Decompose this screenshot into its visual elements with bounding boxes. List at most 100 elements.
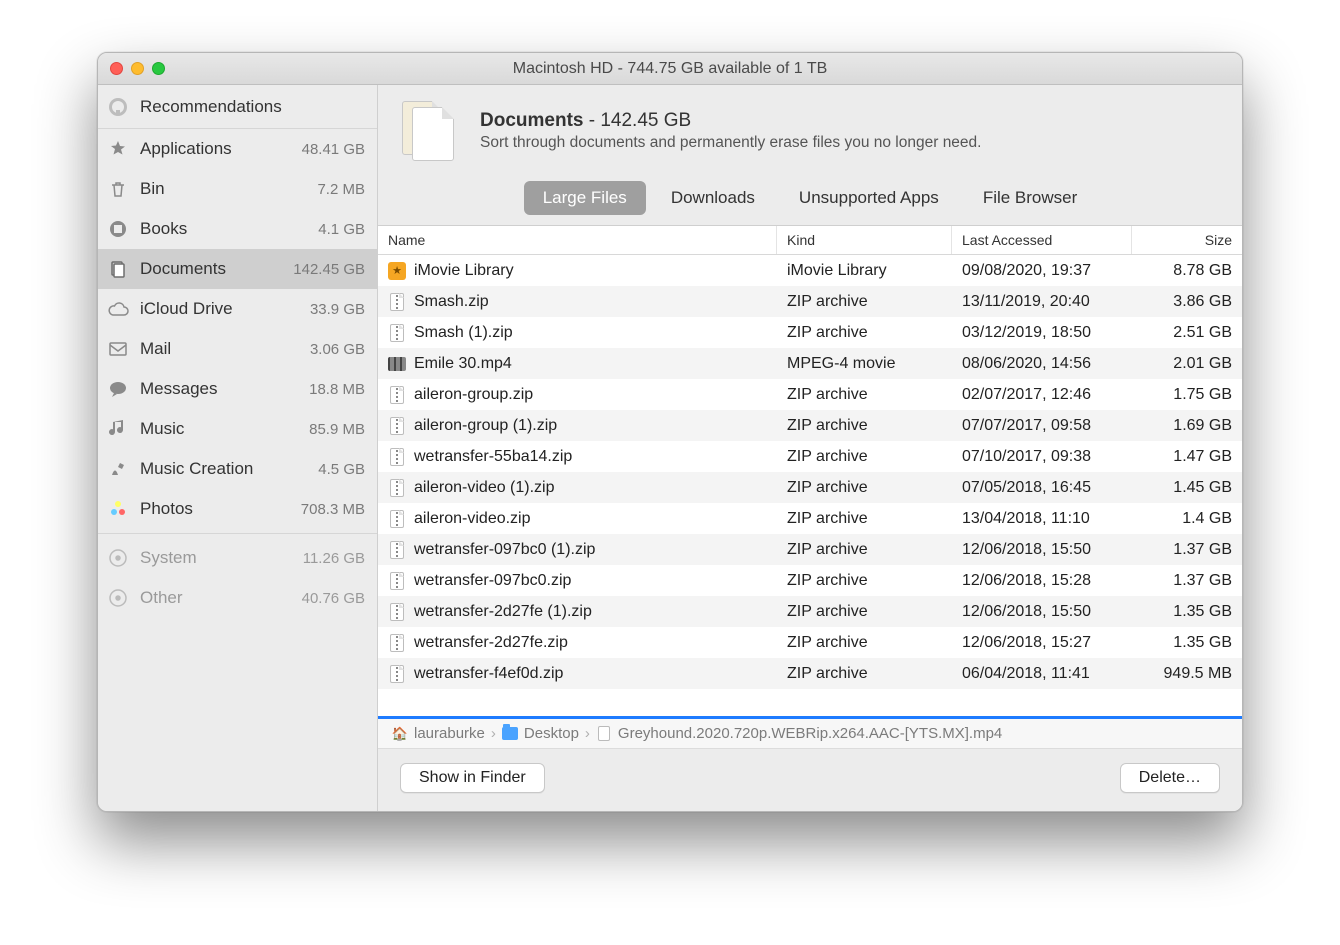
- sidebar-item-label: Applications: [140, 139, 292, 159]
- file-name: wetransfer-097bc0 (1).zip: [414, 541, 595, 559]
- books-icon: [106, 217, 130, 241]
- tab-downloads[interactable]: Downloads: [652, 181, 774, 215]
- sidebar-item-size: 40.76 GB: [302, 590, 365, 607]
- zip-file-icon: [388, 571, 406, 591]
- table-row[interactable]: wetransfer-097bc0 (1).zip ZIP archive 12…: [378, 534, 1242, 565]
- sidebar-item-other[interactable]: Other 40.76 GB: [98, 578, 377, 618]
- documents-icon: [398, 99, 462, 163]
- column-last-accessed[interactable]: Last Accessed: [952, 226, 1132, 254]
- sidebar-item-documents[interactable]: Documents 142.45 GB: [98, 249, 377, 289]
- file-kind: ZIP archive: [777, 572, 952, 590]
- file-name: Smash.zip: [414, 293, 489, 311]
- sidebar-item-size: 7.2 MB: [317, 181, 365, 198]
- file-kind: ZIP archive: [777, 665, 952, 683]
- breadcrumb-item[interactable]: Greyhound.2020.720p.WEBRip.x264.AAC-[YTS…: [596, 725, 1002, 742]
- column-size[interactable]: Size: [1132, 226, 1242, 254]
- sidebar-item-label: Music: [140, 419, 299, 439]
- file-name: wetransfer-f4ef0d.zip: [414, 665, 563, 683]
- breadcrumb-item[interactable]: 🏠lauraburke: [392, 725, 485, 742]
- folder-icon: [502, 726, 518, 742]
- sidebar-item-size: 11.26 GB: [303, 550, 365, 567]
- photos-icon: [106, 497, 130, 521]
- file-size: 1.35 GB: [1132, 634, 1242, 652]
- zip-file-icon: [388, 633, 406, 653]
- file-last-accessed: 03/12/2019, 18:50: [952, 324, 1132, 342]
- file-kind: ZIP archive: [777, 417, 952, 435]
- file-size: 1.75 GB: [1132, 386, 1242, 404]
- show-in-finder-button[interactable]: Show in Finder: [400, 763, 545, 793]
- window-title: Macintosh HD - 744.75 GB available of 1 …: [98, 60, 1242, 78]
- file-name: wetransfer-097bc0.zip: [414, 572, 571, 590]
- file-size: 2.01 GB: [1132, 355, 1242, 373]
- sidebar-item-label: Bin: [140, 179, 307, 199]
- zip-file-icon: [388, 447, 406, 467]
- sidebar-item-size: 142.45 GB: [293, 261, 365, 278]
- file-last-accessed: 12/06/2018, 15:27: [952, 634, 1132, 652]
- sidebar-item-size: 708.3 MB: [301, 501, 365, 518]
- zip-file-icon: [388, 292, 406, 312]
- lightbulb-icon: [106, 95, 130, 119]
- table-row[interactable]: wetransfer-097bc0.zip ZIP archive 12/06/…: [378, 565, 1242, 596]
- file-last-accessed: 09/08/2020, 19:37: [952, 262, 1132, 280]
- table-row[interactable]: aileron-video.zip ZIP archive 13/04/2018…: [378, 503, 1242, 534]
- sidebar-item-icloud drive[interactable]: iCloud Drive 33.9 GB: [98, 289, 377, 329]
- file-last-accessed: 02/07/2017, 12:46: [952, 386, 1132, 404]
- file-last-accessed: 08/06/2020, 14:56: [952, 355, 1132, 373]
- file-size: 949.5 MB: [1132, 665, 1242, 683]
- sidebar-item-bin[interactable]: Bin 7.2 MB: [98, 169, 377, 209]
- table-row[interactable]: aileron-group.zip ZIP archive 02/07/2017…: [378, 379, 1242, 410]
- file-name: aileron-video (1).zip: [414, 479, 555, 497]
- sidebar-item-applications[interactable]: Applications 48.41 GB: [98, 129, 377, 169]
- tab-bar: Large FilesDownloadsUnsupported AppsFile…: [378, 175, 1242, 225]
- sidebar-item-size: 85.9 MB: [309, 421, 365, 438]
- table-row[interactable]: iMovie Library iMovie Library 09/08/2020…: [378, 255, 1242, 286]
- zip-file-icon: [388, 602, 406, 622]
- sidebar-item-label: Mail: [140, 339, 300, 359]
- file-name: wetransfer-2d27fe.zip: [414, 634, 568, 652]
- sidebar-recommendations[interactable]: Recommendations: [98, 85, 377, 129]
- documents-icon: [106, 257, 130, 281]
- zip-file-icon: [388, 540, 406, 560]
- file-size: 1.37 GB: [1132, 572, 1242, 590]
- zip-file-icon: [388, 323, 406, 343]
- table-row[interactable]: wetransfer-f4ef0d.zip ZIP archive 06/04/…: [378, 658, 1242, 689]
- tab-unsupported apps[interactable]: Unsupported Apps: [780, 181, 958, 215]
- file-name: iMovie Library: [414, 262, 514, 280]
- icloud-icon: [106, 297, 130, 321]
- table-row[interactable]: wetransfer-2d27fe.zip ZIP archive 12/06/…: [378, 627, 1242, 658]
- category-title: Documents - 142.45 GB: [480, 110, 981, 132]
- breadcrumb-label: Greyhound.2020.720p.WEBRip.x264.AAC-[YTS…: [618, 725, 1002, 742]
- table-row[interactable]: Smash.zip ZIP archive 13/11/2019, 20:40 …: [378, 286, 1242, 317]
- titlebar[interactable]: Macintosh HD - 744.75 GB available of 1 …: [98, 53, 1242, 85]
- column-name[interactable]: Name: [378, 226, 777, 254]
- table-row[interactable]: aileron-group (1).zip ZIP archive 07/07/…: [378, 410, 1242, 441]
- file-last-accessed: 12/06/2018, 15:28: [952, 572, 1132, 590]
- sidebar-item-music creation[interactable]: Music Creation 4.5 GB: [98, 449, 377, 489]
- sidebar-item-music[interactable]: Music 85.9 MB: [98, 409, 377, 449]
- file-last-accessed: 12/06/2018, 15:50: [952, 541, 1132, 559]
- table-row[interactable]: wetransfer-2d27fe (1).zip ZIP archive 12…: [378, 596, 1242, 627]
- table-row[interactable]: aileron-video (1).zip ZIP archive 07/05/…: [378, 472, 1242, 503]
- table-row[interactable]: Emile 30.mp4 MPEG-4 movie 08/06/2020, 14…: [378, 348, 1242, 379]
- file-size: 1.4 GB: [1132, 510, 1242, 528]
- sidebar-item-system[interactable]: System 11.26 GB: [98, 538, 377, 578]
- sidebar-item-mail[interactable]: Mail 3.06 GB: [98, 329, 377, 369]
- movie-file-icon: [388, 354, 406, 374]
- sidebar-item-size: 18.8 MB: [309, 381, 365, 398]
- path-bar: 🏠lauraburke› Desktop› Greyhound.2020.720…: [378, 719, 1242, 749]
- file-kind: ZIP archive: [777, 634, 952, 652]
- music-icon: [106, 417, 130, 441]
- sidebar-item-messages[interactable]: Messages 18.8 MB: [98, 369, 377, 409]
- tab-file browser[interactable]: File Browser: [964, 181, 1096, 215]
- delete-button[interactable]: Delete…: [1120, 763, 1220, 793]
- tab-large files[interactable]: Large Files: [524, 181, 646, 215]
- sidebar-item-books[interactable]: Books 4.1 GB: [98, 209, 377, 249]
- breadcrumb-item[interactable]: Desktop: [502, 725, 579, 742]
- table-row[interactable]: wetransfer-55ba14.zip ZIP archive 07/10/…: [378, 441, 1242, 472]
- table-header: Name Kind Last Accessed Size: [378, 226, 1242, 255]
- column-kind[interactable]: Kind: [777, 226, 952, 254]
- sidebar-item-photos[interactable]: Photos 708.3 MB: [98, 489, 377, 529]
- file-size: 1.45 GB: [1132, 479, 1242, 497]
- mail-icon: [106, 337, 130, 361]
- table-row[interactable]: Smash (1).zip ZIP archive 03/12/2019, 18…: [378, 317, 1242, 348]
